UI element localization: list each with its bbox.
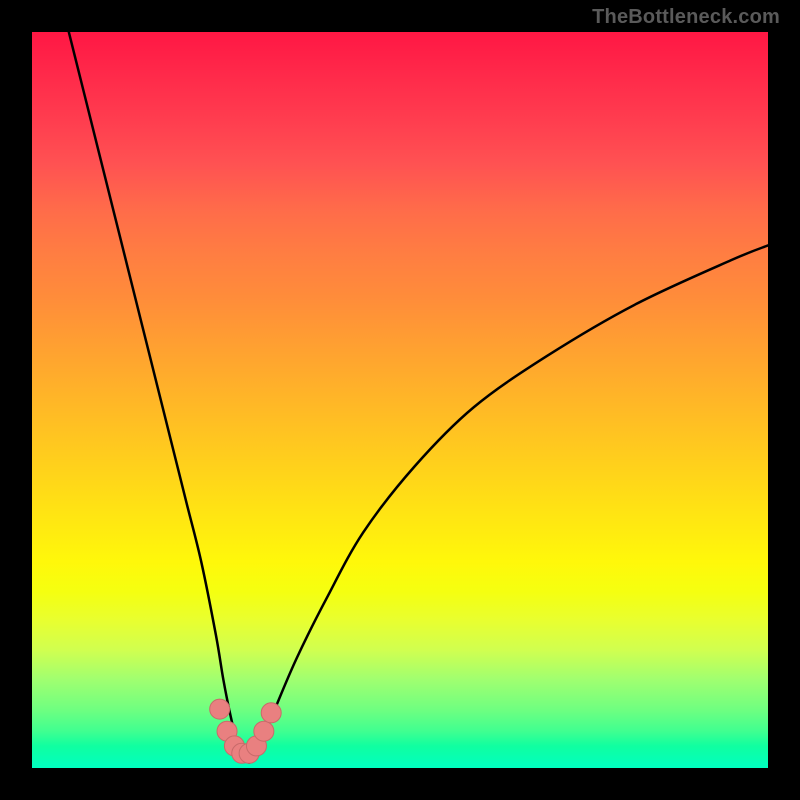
highlight-point [261,703,281,723]
plot-area [32,32,768,768]
highlight-points [210,699,282,763]
watermark: TheBottleneck.com [592,6,780,29]
highlight-point [210,699,230,719]
highlight-point [254,721,274,741]
points-layer [32,32,768,768]
chart-container: TheBottleneck.com [0,0,800,800]
